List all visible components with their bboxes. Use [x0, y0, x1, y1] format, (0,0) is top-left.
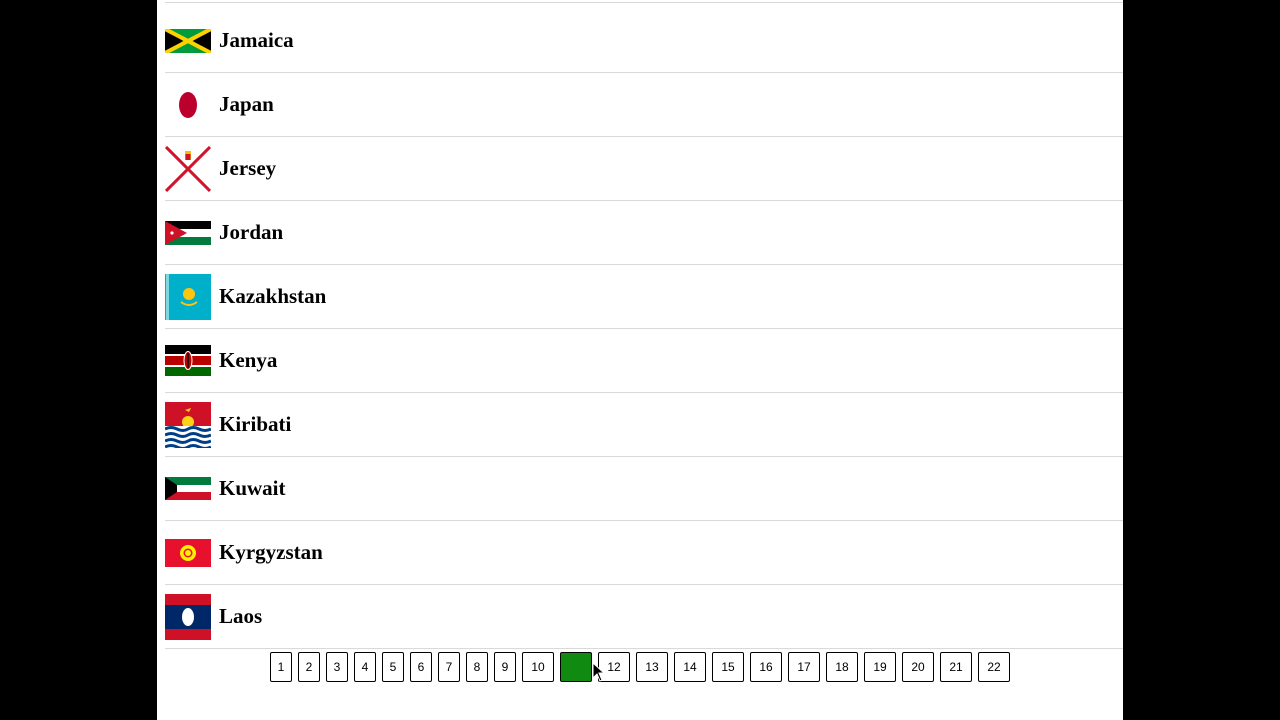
country-name: Jordan — [219, 220, 284, 244]
japan-flag-icon — [165, 82, 211, 128]
list-item[interactable]: Kiribati — [165, 393, 1123, 457]
jordan-flag-icon — [165, 210, 211, 256]
jersey-flag-icon — [165, 145, 211, 192]
country-name: Kazakhstan — [219, 284, 327, 308]
list-item[interactable]: Japan — [165, 73, 1123, 137]
page-button-8[interactable]: 8 — [466, 652, 488, 682]
list-item[interactable]: Kazakhstan — [165, 265, 1123, 329]
page-button-10[interactable]: 10 — [522, 652, 554, 682]
kuwait-flag-icon — [165, 466, 211, 512]
jamaica-flag-icon — [165, 18, 211, 64]
page-button-21[interactable]: 21 — [940, 652, 972, 682]
country-name: Laos — [219, 604, 263, 628]
page-button-18[interactable]: 18 — [826, 652, 858, 682]
kazakhstan-flag-icon — [165, 273, 211, 320]
page-button-12[interactable]: 12 — [598, 652, 630, 682]
page-button-16[interactable]: 16 — [750, 652, 782, 682]
page-button-15[interactable]: 15 — [712, 652, 744, 682]
pagination: 1 2 3 4 5 6 7 8 9 10 11 12 13 14 15 16 1… — [157, 652, 1123, 682]
divider — [165, 2, 1123, 3]
country-list: Jamaica Japan Jersey Jordan Kazakhstan K… — [165, 9, 1123, 649]
country-name: Kuwait — [219, 476, 286, 500]
country-name: Kiribati — [219, 412, 292, 436]
list-item[interactable]: Kyrgyzstan — [165, 521, 1123, 585]
page-button-14[interactable]: 14 — [674, 652, 706, 682]
page-button-9[interactable]: 9 — [494, 652, 516, 682]
page-button-1[interactable]: 1 — [270, 652, 292, 682]
country-name: Kenya — [219, 348, 278, 372]
list-item[interactable]: Laos — [165, 585, 1123, 649]
page-button-3[interactable]: 3 — [326, 652, 348, 682]
page-button-11[interactable]: 11 — [560, 652, 592, 682]
page-button-label: 11 — [569, 660, 583, 674]
list-item[interactable]: Jordan — [165, 201, 1123, 265]
page-button-17[interactable]: 17 — [788, 652, 820, 682]
page-button-7[interactable]: 7 — [438, 652, 460, 682]
page-button-19[interactable]: 19 — [864, 652, 896, 682]
list-item[interactable]: Jersey — [165, 137, 1123, 201]
page-button-6[interactable]: 6 — [410, 652, 432, 682]
laos-flag-icon — [165, 593, 211, 640]
country-name: Kyrgyzstan — [219, 540, 323, 564]
list-item[interactable]: Jamaica — [165, 9, 1123, 73]
list-item[interactable]: Kuwait — [165, 457, 1123, 521]
country-name: Jamaica — [219, 28, 294, 52]
country-name: Japan — [219, 92, 274, 116]
page-button-2[interactable]: 2 — [298, 652, 320, 682]
kiribati-flag-icon — [165, 401, 211, 448]
page-button-22[interactable]: 22 — [978, 652, 1010, 682]
country-name: Jersey — [219, 156, 277, 180]
page-button-20[interactable]: 20 — [902, 652, 934, 682]
page-button-13[interactable]: 13 — [636, 652, 668, 682]
page-button-4[interactable]: 4 — [354, 652, 376, 682]
page-button-5[interactable]: 5 — [382, 652, 404, 682]
kyrgyzstan-flag-icon — [165, 530, 211, 576]
page-container: Jamaica Japan Jersey Jordan Kazakhstan K… — [157, 0, 1123, 720]
kenya-flag-icon — [165, 338, 211, 384]
list-item[interactable]: Kenya — [165, 329, 1123, 393]
